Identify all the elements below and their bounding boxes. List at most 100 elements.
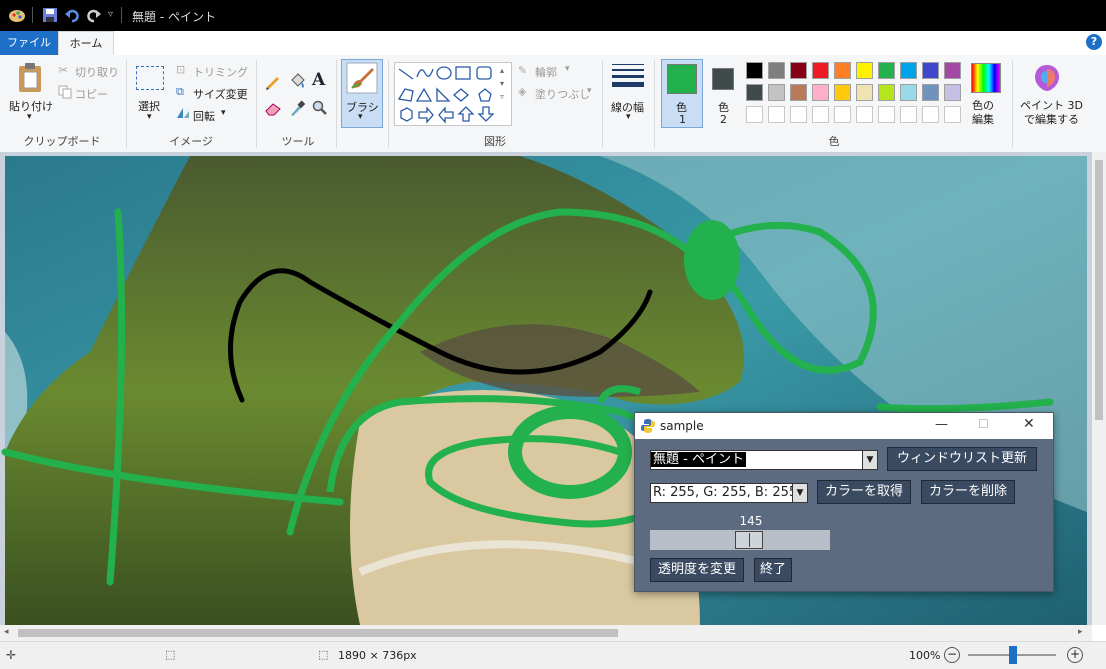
copy-button[interactable]: コピー xyxy=(75,86,108,102)
vertical-scrollbar[interactable] xyxy=(1092,152,1106,625)
colors-group-label: 色 xyxy=(828,135,840,148)
pentagon-shape-icon xyxy=(478,88,492,102)
line-shape-icon xyxy=(398,68,414,80)
zoom-out-icon[interactable]: − xyxy=(944,647,960,663)
quit-button[interactable]: 終了 xyxy=(754,558,792,582)
paste-dropdown-icon[interactable]: ▾ xyxy=(27,112,32,122)
redo-icon[interactable] xyxy=(86,7,102,23)
minimize-icon[interactable]: — xyxy=(935,417,948,432)
palette-empty-swatch[interactable] xyxy=(834,106,851,123)
outline-dropdown-icon[interactable]: ▾ xyxy=(565,64,570,74)
brush-icon xyxy=(346,62,378,97)
fill-button[interactable]: 塗りつぶし xyxy=(535,86,590,102)
horizontal-scrollbar[interactable]: ◂ ▸ xyxy=(0,625,1092,641)
line-width-icon[interactable] xyxy=(612,64,644,87)
palette-empty-swatch[interactable] xyxy=(746,106,763,123)
save-icon[interactable] xyxy=(42,7,58,23)
palette-color-swatch[interactable] xyxy=(856,84,873,101)
select-icon[interactable] xyxy=(136,66,164,90)
palette-color-swatch[interactable] xyxy=(922,62,939,79)
palette-color-swatch[interactable] xyxy=(944,84,961,101)
cursor-position-icon: ✛ xyxy=(6,648,17,662)
outline-button[interactable]: 輪郭 xyxy=(535,64,557,80)
chevron-down-icon[interactable]: ▼ xyxy=(862,451,877,469)
palette-color-swatch[interactable] xyxy=(768,84,785,101)
color-spectrum-icon[interactable] xyxy=(971,63,1001,93)
apply-opacity-button[interactable]: 透明度を変更 xyxy=(650,558,744,582)
ribbon-separator xyxy=(336,60,337,148)
magnifier-icon[interactable] xyxy=(312,100,328,119)
shapes-scroll-icon[interactable]: ▴ ▾ ▿ xyxy=(500,64,504,103)
text-tool-icon[interactable]: A xyxy=(312,70,325,90)
window-select-dropdown[interactable]: 無題 - ペイント ▼ xyxy=(650,450,878,470)
maximize-icon[interactable]: ☐ xyxy=(978,417,989,431)
opacity-slider-thumb[interactable] xyxy=(735,531,763,549)
help-icon[interactable]: ? xyxy=(1086,34,1102,50)
zoom-in-icon[interactable]: + xyxy=(1067,647,1083,663)
eraser-icon[interactable] xyxy=(264,100,282,119)
get-color-button[interactable]: カラーを取得 xyxy=(817,480,911,504)
color-picker-icon[interactable] xyxy=(288,100,306,119)
select-dropdown-icon[interactable]: ▾ xyxy=(147,112,152,122)
palette-color-swatch[interactable] xyxy=(856,62,873,79)
fill-bucket-icon[interactable] xyxy=(288,72,306,93)
close-icon[interactable]: ✕ xyxy=(1023,416,1035,432)
opacity-slider[interactable] xyxy=(650,530,830,550)
refresh-window-list-button[interactable]: ウィンドウリスト更新 xyxy=(887,447,1037,471)
tab-file[interactable]: ファイル xyxy=(0,31,58,55)
fill-dropdown-icon[interactable]: ▾ xyxy=(587,86,592,96)
palette-color-swatch[interactable] xyxy=(812,62,829,79)
chevron-down-icon[interactable]: ▼ xyxy=(792,484,807,502)
pencil-icon[interactable] xyxy=(264,72,282,93)
palette-empty-swatch[interactable] xyxy=(944,106,961,123)
line-width-dropdown-icon[interactable]: ▾ xyxy=(626,112,631,122)
cut-button[interactable]: 切り取り xyxy=(75,64,119,80)
right-triangle-shape-icon xyxy=(436,87,451,102)
edit-with-paint3d-button[interactable]: ペイント 3D で編集する xyxy=(1020,99,1083,127)
palette-empty-swatch[interactable] xyxy=(878,106,895,123)
palette-color-swatch[interactable] xyxy=(790,84,807,101)
palette-color-swatch[interactable] xyxy=(834,62,851,79)
edit-colors-button[interactable]: 色の 編集 xyxy=(972,99,994,127)
palette-empty-swatch[interactable] xyxy=(922,106,939,123)
palette-color-swatch[interactable] xyxy=(878,84,895,101)
ribbon-separator xyxy=(388,60,389,148)
scissors-icon: ✂ xyxy=(58,63,69,77)
palette-color-swatch[interactable] xyxy=(790,62,807,79)
delete-color-button[interactable]: カラーを削除 xyxy=(921,480,1015,504)
palette-color-swatch[interactable] xyxy=(746,62,763,79)
rotate-dropdown-icon[interactable]: ▾ xyxy=(221,108,226,118)
paint3d-icon[interactable] xyxy=(1033,63,1061,96)
palette-empty-swatch[interactable] xyxy=(790,106,807,123)
palette-color-swatch[interactable] xyxy=(746,84,763,101)
palette-color-swatch[interactable] xyxy=(922,84,939,101)
resize-button[interactable]: サイズ変更 xyxy=(193,86,248,102)
palette-color-swatch[interactable] xyxy=(834,84,851,101)
palette-color-swatch[interactable] xyxy=(812,84,829,101)
window-select-value: 無題 - ペイント xyxy=(651,452,746,467)
crop-button[interactable]: トリミング xyxy=(193,64,248,80)
palette-empty-swatch[interactable] xyxy=(812,106,829,123)
tab-home[interactable]: ホーム xyxy=(58,31,114,56)
crop-icon: ⊡ xyxy=(176,63,186,76)
tab-view[interactable]: 表示 xyxy=(114,31,160,55)
zoom-slider-thumb[interactable] xyxy=(1009,646,1017,664)
undo-icon[interactable] xyxy=(64,7,80,23)
customize-quick-access-icon[interactable]: ▿ xyxy=(108,9,113,20)
palette-color-swatch[interactable] xyxy=(768,62,785,79)
palette-color-swatch[interactable] xyxy=(900,62,917,79)
palette-empty-swatch[interactable] xyxy=(900,106,917,123)
paste-icon[interactable] xyxy=(16,62,44,97)
color-select-dropdown[interactable]: R: 255, G: 255, B: 255 ▼ xyxy=(650,483,808,503)
palette-color-swatch[interactable] xyxy=(900,84,917,101)
status-bar: ✛ ⬚ ⬚ 1890 × 736px 100% − + xyxy=(0,641,1106,669)
palette-empty-swatch[interactable] xyxy=(856,106,873,123)
color2-swatch[interactable] xyxy=(712,68,734,90)
hexagon-shape-icon xyxy=(400,107,413,122)
shapes-gallery[interactable] xyxy=(394,62,512,126)
rotate-button[interactable]: 回転 xyxy=(193,108,215,124)
palette-color-swatch[interactable] xyxy=(878,62,895,79)
palette-color-swatch[interactable] xyxy=(944,62,961,79)
brushes-dropdown-icon[interactable]: ▾ xyxy=(358,112,363,122)
palette-empty-swatch[interactable] xyxy=(768,106,785,123)
